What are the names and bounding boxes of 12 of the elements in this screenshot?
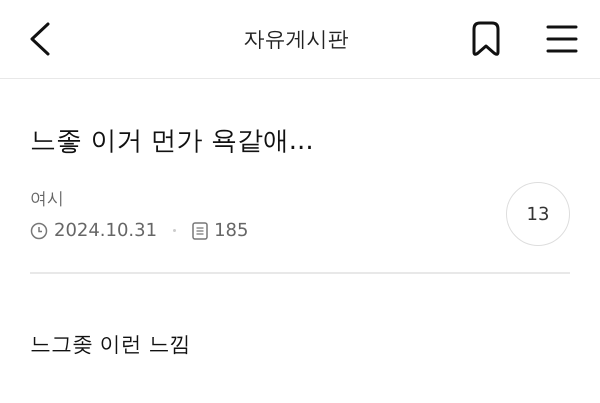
menu-button[interactable] <box>546 24 578 54</box>
clock-icon <box>30 222 48 240</box>
post-date: 2024.10.31 <box>54 220 158 241</box>
board-title: 자유게시판 <box>242 26 350 53</box>
back-button[interactable] <box>28 21 52 57</box>
document-icon <box>192 222 208 240</box>
view-count: 185 <box>214 220 248 241</box>
comment-count-button[interactable]: 13 <box>506 182 570 246</box>
bookmark-button[interactable] <box>470 21 502 57</box>
post-title: 느좋 이거 먼가 욕같애... <box>30 125 315 158</box>
post-body: 느그좆 이런 느낌 <box>30 331 192 358</box>
author-name: 여시 <box>30 188 65 210</box>
